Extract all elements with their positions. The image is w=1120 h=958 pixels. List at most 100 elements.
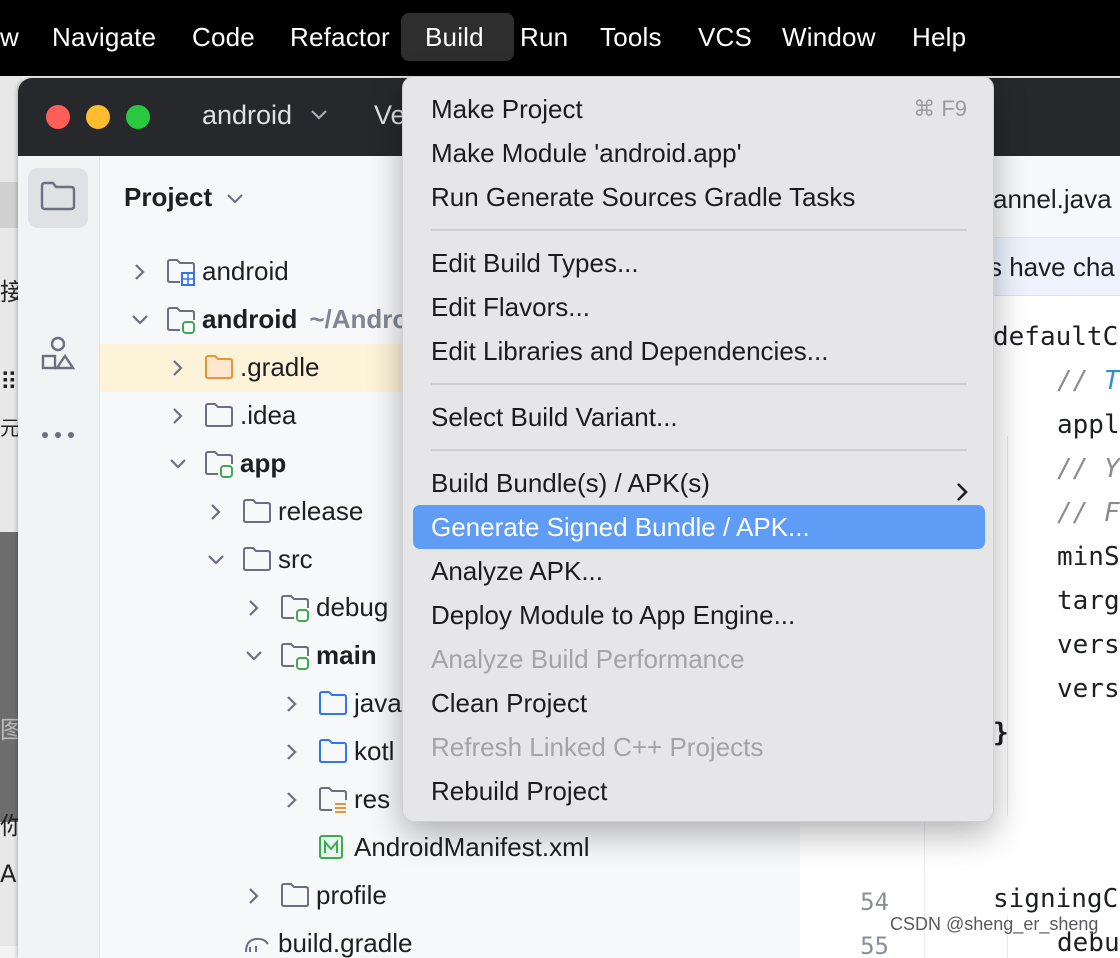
chevron-right-icon[interactable] xyxy=(168,406,188,426)
menubar-item-build[interactable]: Build xyxy=(401,13,514,61)
chevron-right-icon[interactable] xyxy=(244,598,264,618)
tree-item-path: ~/Andro xyxy=(309,304,409,334)
folder-blue-icon xyxy=(318,738,348,766)
menu-item-edit-libraries[interactable]: Edit Libraries and Dependencies... xyxy=(413,329,985,373)
module-icon xyxy=(204,450,234,478)
menu-item-label: Analyze Build Performance xyxy=(431,644,745,674)
more-tools-button[interactable] xyxy=(28,406,88,466)
folder-icon xyxy=(242,546,272,574)
tree-item-label: AndroidManifest.xml xyxy=(354,832,590,862)
menu-item-analyze-build-performance: Analyze Build Performance xyxy=(413,637,985,681)
menu-item-analyze-apk[interactable]: Analyze APK... xyxy=(413,549,985,593)
menu-item-generate-signed-bundle[interactable]: Generate Signed Bundle / APK... xyxy=(413,505,985,549)
tree-item[interactable]: build.gradle xyxy=(100,920,800,958)
chevron-down-icon[interactable] xyxy=(244,646,264,666)
menu-item-label: Refresh Linked C++ Projects xyxy=(431,732,764,762)
chevron-right-icon[interactable] xyxy=(168,358,188,378)
chevron-down-icon[interactable] xyxy=(168,454,188,474)
menubar-item-code[interactable]: Code xyxy=(180,13,267,61)
tree-item-label: app xyxy=(240,448,287,478)
comment-highlight: T xyxy=(1103,366,1120,396)
project-panel-title[interactable]: Project xyxy=(124,182,212,213)
tree-item-label: src xyxy=(278,544,313,574)
tree-item-label: release xyxy=(278,496,364,526)
chevron-right-icon[interactable] xyxy=(282,694,302,714)
tree-item[interactable]: profile xyxy=(100,872,800,920)
menubar-item-window[interactable]: Window xyxy=(770,13,888,61)
project-tool-button[interactable] xyxy=(28,168,88,228)
menubar-item-run[interactable]: Run xyxy=(508,13,580,61)
code-line: vers xyxy=(1057,630,1120,660)
tree-item-label: .idea xyxy=(240,400,297,430)
chevron-right-icon[interactable] xyxy=(130,262,150,282)
folder-icon xyxy=(40,181,76,216)
chevron-right-icon[interactable] xyxy=(282,790,302,810)
menu-item-edit-build-types[interactable]: Edit Build Types... xyxy=(413,241,985,285)
folder-icon xyxy=(242,498,272,526)
menu-item-label: Analyze APK... xyxy=(431,556,603,586)
menu-item-rebuild-project[interactable]: Rebuild Project xyxy=(413,769,985,813)
tree-item-label: android xyxy=(202,256,289,286)
background-glyph: ⠿ xyxy=(0,368,18,396)
menubar-item-refactor[interactable]: Refactor xyxy=(278,13,402,61)
folder-res-icon xyxy=(318,786,348,814)
close-window-button[interactable] xyxy=(46,105,70,129)
menu-item-edit-flavors[interactable]: Edit Flavors... xyxy=(413,285,985,329)
tree-item[interactable]: AndroidManifest.xml xyxy=(100,824,800,872)
menu-separator xyxy=(431,383,967,385)
tree-item-label: .gradle xyxy=(240,352,320,382)
menubar-item-navigate[interactable]: Navigate xyxy=(40,13,168,61)
shortcut-label: ⌘ F9 xyxy=(913,96,967,121)
menu-item-label: Clean Project xyxy=(431,688,588,718)
chevron-down-icon[interactable] xyxy=(206,550,226,570)
menu-item-select-build-variant[interactable]: Select Build Variant... xyxy=(413,395,985,439)
more-dots-icon xyxy=(40,427,76,445)
manifest-icon xyxy=(318,834,348,862)
module-icon xyxy=(280,642,310,670)
project-switcher[interactable]: android xyxy=(202,100,292,131)
code-comment-line: // T xyxy=(1057,366,1120,396)
menu-item-make-project[interactable]: Make Project ⌘ F9 xyxy=(413,87,985,131)
chevron-right-icon[interactable] xyxy=(206,502,226,522)
tree-item-label: kotl xyxy=(354,736,395,766)
chevron-down-icon[interactable] xyxy=(130,310,150,330)
menubar-item-help[interactable]: Help xyxy=(900,13,978,61)
menu-item-label: Rebuild Project xyxy=(431,776,608,806)
menu-item-clean-project[interactable]: Clean Project xyxy=(413,681,985,725)
menu-item-label: Run Generate Sources Gradle Tasks xyxy=(431,182,856,212)
line-number: 54 xyxy=(860,888,889,916)
menubar-item-vcs[interactable]: VCS xyxy=(686,13,764,61)
chevron-right-icon[interactable] xyxy=(282,742,302,762)
folder-icon xyxy=(204,402,234,430)
folder-blue-icon xyxy=(318,690,348,718)
module-grid-icon xyxy=(166,258,196,286)
tree-item-label: profile xyxy=(316,880,387,910)
tree-item-label: java xyxy=(354,688,402,718)
editor-tab[interactable]: annel.java xyxy=(993,184,1112,215)
code-line: targ xyxy=(1057,586,1120,616)
menu-item-refresh-cpp-projects: Refresh Linked C++ Projects xyxy=(413,725,985,769)
tree-item-label: debug xyxy=(316,592,389,622)
menu-item-label: Edit Libraries and Dependencies... xyxy=(431,336,829,366)
module-icon xyxy=(166,306,196,334)
code-line: } xyxy=(993,718,1009,748)
indent-guide xyxy=(1007,436,1008,816)
menu-item-deploy-app-engine[interactable]: Deploy Module to App Engine... xyxy=(413,593,985,637)
menubar-item-tools[interactable]: Tools xyxy=(588,13,674,61)
chevron-right-icon[interactable] xyxy=(244,886,264,906)
chevron-down-icon[interactable] xyxy=(226,192,244,210)
menu-item-generate-sources[interactable]: Run Generate Sources Gradle Tasks xyxy=(413,175,985,219)
resource-manager-button[interactable] xyxy=(28,326,88,386)
menu-item-build-bundles[interactable]: Build Bundle(s) / APK(s) xyxy=(413,461,985,505)
menu-item-make-module[interactable]: Make Module 'android.app' xyxy=(413,131,985,175)
folder-orange-icon xyxy=(204,354,234,382)
module-icon xyxy=(280,594,310,622)
zoom-window-button[interactable] xyxy=(126,105,150,129)
vcs-widget[interactable]: Ve xyxy=(374,100,406,131)
menubar-item-view[interactable]: w xyxy=(0,13,31,61)
folder-icon xyxy=(280,882,310,910)
minimize-window-button[interactable] xyxy=(86,105,110,129)
menu-item-label: Deploy Module to App Engine... xyxy=(431,600,796,630)
menu-separator xyxy=(431,449,967,451)
code-line: minS xyxy=(1057,542,1120,572)
